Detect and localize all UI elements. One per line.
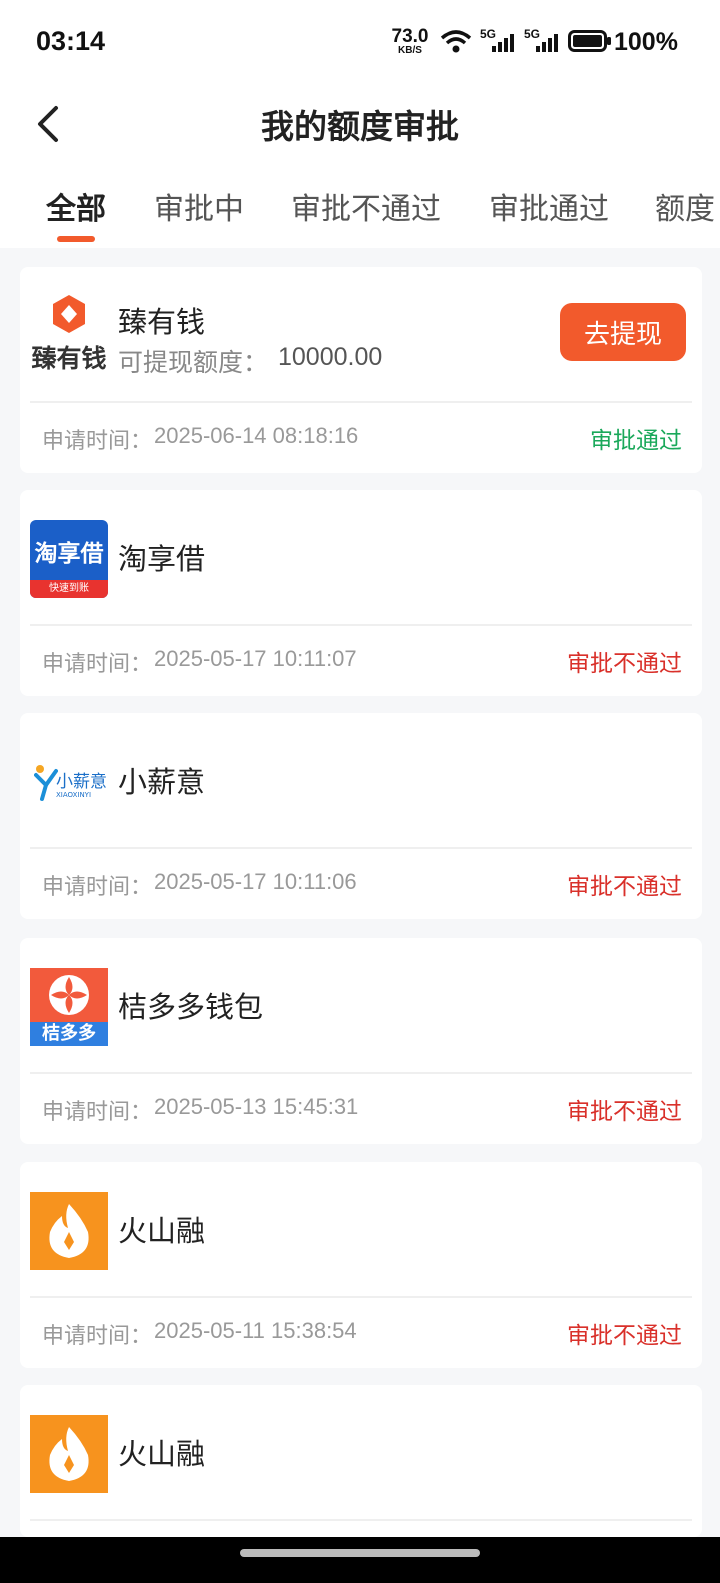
battery-percent: 100% [614,28,678,56]
app-name: 淘享借 [118,542,206,576]
page-header: 我的额度审批 [0,88,720,164]
net-speed-unit: KB/S [398,45,422,56]
app-logo-xiaoxinyi: 小薪意 XIAOXINYI [30,743,108,821]
app-name: 火山融 [118,1214,206,1248]
loan-card[interactable]: 淘享借 快速到账 淘享借 申请时间： 2025-05-17 10:11:07 审… [20,490,702,696]
status-bar: 03:14 73.0 KB/S 5G 5G 100% [0,0,720,88]
app-name: 桔多多钱包 [118,990,264,1024]
status-badge: 审批不通过 [567,651,682,677]
apply-time: 2025-05-17 10:11:06 [154,869,357,894]
tab-rejected[interactable]: 审批不通过 [291,184,441,228]
logo-text: 臻有钱 [31,344,107,371]
apply-time: 2025-05-13 15:45:31 [154,1094,359,1119]
app-logo-taoxiangjie: 淘享借 快速到账 [30,520,108,598]
page-title: 我的额度审批 [261,107,459,146]
tab-indicator [57,236,95,242]
app-logo-huoshanrong [30,1415,108,1493]
tab-pending[interactable]: 审批中 [154,184,244,228]
logo-subtext: 快速到账 [30,580,108,598]
apply-time-label: 申请时间： [42,875,153,900]
apply-time-label: 申请时间： [42,1100,153,1125]
quota-value: 10000.00 [278,343,383,371]
status-time: 03:14 [36,26,106,56]
status-badge: 审批不通过 [567,1099,682,1125]
loan-card[interactable]: 桔多多 桔多多钱包 申请时间： 2025-05-13 15:45:31 审批不通… [20,938,702,1144]
apply-time: 2025-06-14 08:18:16 [154,423,359,448]
tab-approved[interactable]: 审批通过 [489,184,609,228]
tab-all[interactable]: 全部 [46,184,106,228]
loan-card[interactable]: 小薪意 XIAOXINYI 小薪意 申请时间： 2025-05-17 10:11… [20,713,702,919]
tab-bar: 全部 审批中 审批不通过 审批通过 额度 [0,164,720,248]
loan-card[interactable]: 臻有钱 臻有钱 可提现额度： 10000.00 去提现 申请时间： 2025-0… [20,267,702,473]
app-name: 臻有钱 [118,305,206,339]
system-nav-bar [0,1537,720,1583]
svg-text:5G: 5G [524,27,540,41]
logo-text: 桔多多 [30,1022,108,1046]
net-speed: 73.0 KB/S [388,26,432,56]
apply-time-label: 申请时间： [42,652,153,677]
wifi-icon [440,30,472,53]
status-badge: 审批不通过 [567,1323,682,1349]
logo-text: 小薪意 [56,772,107,792]
5g-signal-icon: 5G [480,27,514,52]
apply-time: 2025-05-17 10:11:07 [154,646,357,671]
5g-signal-icon: 5G [524,27,558,52]
logo-subtext: XIAOXINYI [56,791,92,799]
home-indicator[interactable] [240,1549,480,1557]
loan-card[interactable]: 火山融 申请时间： 2025-05-11 15:38:54 审批不通过 [20,1162,702,1368]
svg-text:5G: 5G [480,27,496,41]
logo-text: 淘享借 [34,541,104,567]
net-speed-value: 73.0 [391,26,429,47]
status-badge: 审批通过 [590,428,682,454]
withdraw-button[interactable]: 去提现 [560,303,686,361]
app-logo-huoshanrong [30,1192,108,1270]
apply-time: 2025-05-11 15:38:54 [154,1318,357,1343]
app-name: 小薪意 [118,765,206,799]
quota-label: 可提现额度： [118,348,269,377]
app-logo-juduoduo: 桔多多 [30,968,108,1046]
app-logo-zhenyouqian: 臻有钱 [30,293,108,371]
loan-card[interactable]: 火山融 [20,1385,702,1537]
status-badge: 审批不通过 [567,874,682,900]
apply-time-label: 申请时间： [42,429,153,454]
apply-time-label: 申请时间： [42,1324,153,1349]
divider [30,1519,692,1521]
tab-quota[interactable]: 额度 [655,184,715,228]
battery-icon [568,30,611,52]
app-name: 火山融 [118,1437,206,1471]
